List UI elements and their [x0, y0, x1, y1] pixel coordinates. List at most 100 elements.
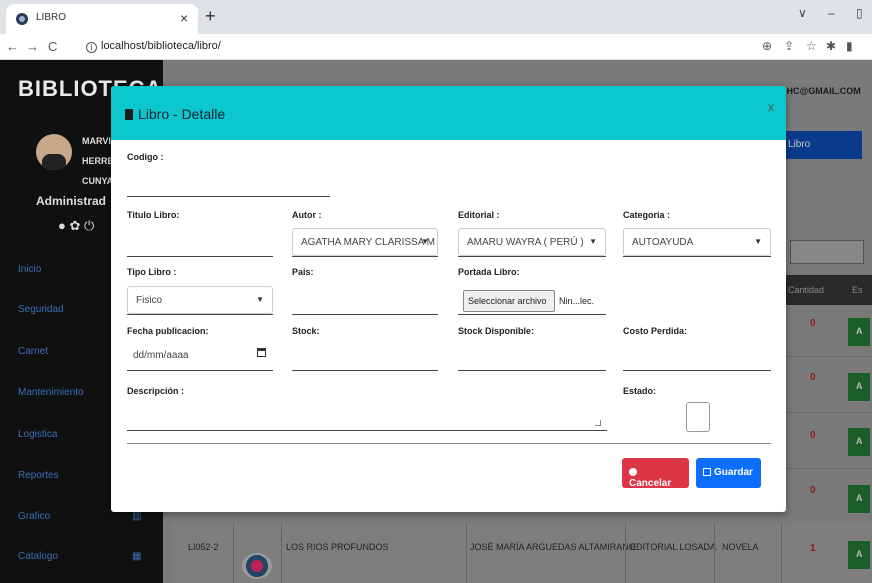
cell-editorial: EDITORIAL LOSADA: [630, 542, 717, 552]
catalog-icon: ▦: [132, 551, 142, 562]
stock-disponible-label: Stock Disponible:: [458, 326, 535, 336]
autor-select[interactable]: AGATHA MARY CLARISSA M ▼: [292, 228, 438, 256]
maximize-icon[interactable]: ▯: [856, 6, 863, 20]
editorial-select[interactable]: AMARU WAYRA ( PERÚ ) ▼: [458, 228, 606, 256]
sidebar-item-inicio[interactable]: Inicio: [18, 264, 41, 275]
chevron-down-icon: ▼: [754, 237, 762, 246]
save-icon: [703, 468, 711, 476]
codigo-input[interactable]: [127, 196, 330, 197]
chevron-down-icon: ▼: [589, 237, 597, 246]
row-quantity: 0: [810, 485, 816, 496]
portada-label: Portada Libro:: [458, 267, 520, 277]
categoria-value: AUTOAYUDA: [632, 237, 694, 248]
costo-perdida-input[interactable]: [623, 370, 771, 371]
user-avatar: [36, 134, 72, 170]
new-tab-icon[interactable]: +: [205, 6, 216, 27]
fecha-label: Fecha publicacion:: [127, 326, 209, 336]
reload-icon[interactable]: C: [48, 39, 57, 54]
sidebar-item-carnet[interactable]: Carnet: [18, 346, 48, 357]
sidebar-item-grafico[interactable]: Grafico: [18, 511, 50, 522]
column-divider: [781, 523, 782, 583]
forward-icon[interactable]: →: [26, 39, 39, 54]
column-divider: [281, 523, 282, 583]
chart-icon: ▥: [132, 511, 142, 522]
pais-input[interactable]: [292, 314, 438, 315]
header-estado[interactable]: Es: [852, 285, 863, 295]
row-action-button[interactable]: A: [848, 318, 870, 346]
settings-icon[interactable]: ✿: [69, 218, 80, 233]
codigo-label: Codigo :: [127, 152, 164, 162]
fecha-input[interactable]: dd/mm/aaaa: [133, 350, 189, 361]
sidebar-item-logistica[interactable]: Logistica: [18, 429, 57, 440]
row-action-button[interactable]: A: [848, 428, 870, 456]
table-header: Cantidad Es: [782, 275, 872, 305]
url-field[interactable]: i localhost/biblioteca/libro/: [86, 40, 221, 53]
autor-value: AGATHA MARY CLARISSA M: [301, 237, 435, 248]
editorial-label: Editorial :: [458, 210, 500, 220]
browser-tabbar: LIBRO × + ∨ – ▯: [0, 0, 872, 34]
zoom-icon[interactable]: ⊕: [762, 39, 772, 53]
add-libro-button[interactable]: Libro: [780, 131, 862, 159]
user-role: Administrad: [36, 194, 107, 208]
calendar-icon[interactable]: [257, 348, 266, 357]
save-button[interactable]: Guardar: [696, 458, 761, 488]
browser-tab[interactable]: LIBRO ×: [6, 4, 198, 34]
cell-code: LI052-2: [188, 542, 219, 552]
tipo-value: Fisico: [136, 295, 163, 306]
resize-handle-icon[interactable]: [595, 420, 601, 426]
cell-title: LOS RIOS PROFUNDOS: [286, 542, 389, 552]
table-search-input[interactable]: [790, 240, 864, 264]
minimize-icon[interactable]: –: [828, 6, 835, 20]
row-quantity: 0: [810, 372, 816, 383]
sidebar-item-catalogo[interactable]: Catalogo: [18, 551, 58, 562]
extensions-icon[interactable]: ✱: [826, 39, 836, 53]
book-icon: [125, 109, 133, 120]
modal-header: Libro - Detalle x: [111, 86, 786, 140]
categoria-select[interactable]: AUTOAYUDA ▼: [623, 228, 771, 256]
row-action-button[interactable]: A: [848, 373, 870, 401]
row-action-button[interactable]: A: [848, 485, 870, 513]
cancel-icon: [629, 468, 637, 476]
field-underline: [127, 370, 273, 371]
user-actions: ● ✿ ⏻: [58, 218, 94, 234]
power-icon[interactable]: ⏻: [84, 218, 94, 233]
column-divider: [233, 523, 234, 583]
estado-checkbox[interactable]: [686, 402, 710, 432]
cell-author: JOSÉ MARÍA ARGUEDAS ALTAMIRANO: [470, 542, 636, 552]
field-underline: [458, 256, 606, 257]
tipo-select[interactable]: Fisico ▼: [127, 286, 273, 314]
stock-input[interactable]: [292, 370, 438, 371]
header-cantidad[interactable]: Cantidad: [788, 285, 824, 295]
back-icon[interactable]: ←: [6, 39, 19, 54]
categoria-label: Categoria :: [623, 210, 671, 220]
user-email[interactable]: NHC@GMAIL.COM: [780, 86, 861, 96]
titulo-input[interactable]: [127, 256, 273, 257]
sidepanel-icon[interactable]: ▮: [846, 39, 853, 53]
row-quantity: 0: [810, 318, 816, 329]
field-underline: [623, 256, 771, 257]
stock-disponible-input[interactable]: [458, 370, 606, 371]
row-quantity: 1: [810, 543, 816, 554]
share-icon[interactable]: ⇪: [784, 39, 794, 53]
costo-perdida-label: Costo Perdida:: [623, 326, 688, 336]
tab-favicon-icon: [16, 13, 28, 25]
autor-label: Autor :: [292, 210, 322, 220]
url-text: localhost/biblioteca/libro/: [101, 40, 221, 52]
descripcion-textarea[interactable]: [127, 430, 607, 431]
modal-title: Libro - Detalle: [125, 106, 225, 122]
bookmark-star-icon[interactable]: ☆: [806, 39, 817, 53]
file-status: Nin...lec.: [559, 296, 595, 306]
sidebar-item-reportes[interactable]: Reportes: [18, 470, 59, 481]
tab-search-icon[interactable]: ∨: [798, 6, 807, 20]
field-underline: [292, 256, 438, 257]
row-action-button[interactable]: A: [848, 541, 870, 569]
sidebar-item-mantenimiento[interactable]: Mantenimiento: [18, 387, 84, 398]
cancel-button[interactable]: Cancelar: [622, 458, 689, 489]
sidebar-item-seguridad[interactable]: Seguridad: [18, 304, 64, 315]
tab-close-icon[interactable]: ×: [180, 10, 188, 26]
profile-icon[interactable]: ●: [58, 218, 66, 233]
cancel-label: Cancelar: [629, 478, 672, 489]
close-icon[interactable]: x: [768, 100, 774, 114]
site-info-icon[interactable]: i: [86, 42, 97, 53]
select-file-button[interactable]: Seleccionar archivo: [463, 290, 555, 312]
